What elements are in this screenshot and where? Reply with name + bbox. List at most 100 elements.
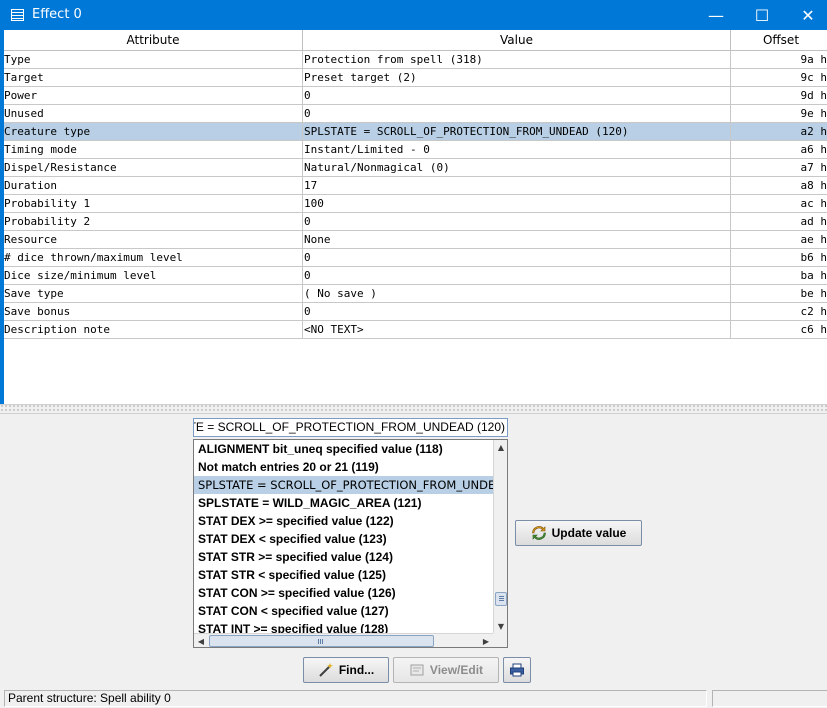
cell-value: 17 (303, 177, 731, 195)
minimize-button[interactable]: — (693, 0, 739, 30)
effect-window: Effect 0 — ☐ ✕ Attribute Value Offset Ty… (0, 0, 827, 708)
table-row[interactable]: Timing mode Instant/Limited - 0 a6 h (4, 141, 827, 159)
cell-attribute: Probability 2 (4, 213, 303, 231)
find-label: Find... (338, 663, 375, 677)
table-row[interactable]: Duration 17 a8 h (4, 177, 827, 195)
cell-attribute: Unused (4, 105, 303, 123)
list-item[interactable]: STAT STR < specified value (125) (194, 566, 493, 584)
column-header-value[interactable]: Value (303, 30, 731, 51)
scroll-down-icon[interactable]: ▼ (494, 619, 507, 633)
cell-value: 0 (303, 303, 731, 321)
window-title: Effect 0 (32, 7, 82, 22)
cell-offset: a2 h (800, 125, 827, 138)
table-header: Attribute Value Offset (4, 30, 827, 51)
view-edit-label: View/Edit (429, 663, 484, 677)
list-item[interactable]: ALIGNMENT bit_uneq specified value (118) (194, 440, 493, 458)
cell-attribute: Timing mode (4, 141, 303, 159)
cell-offset: 9a h (800, 53, 827, 66)
cell-attribute: Save type (4, 285, 303, 303)
column-header-offset[interactable]: Offset (731, 30, 827, 51)
table-row[interactable]: Dice size/minimum level 0 ba h (4, 267, 827, 285)
cell-value: None (303, 231, 731, 249)
edit-icon (409, 662, 425, 678)
update-value-label: Update value (551, 526, 627, 540)
cell-attribute: # dice thrown/maximum level (4, 249, 303, 267)
list-item[interactable]: STAT CON < specified value (127) (194, 602, 493, 620)
table-row[interactable]: Type Protection from spell (318) 9a h (4, 51, 827, 69)
cell-offset: ac h (800, 197, 827, 210)
list-item[interactable]: STAT STR >= specified value (124) (194, 548, 493, 566)
cell-attribute: Duration (4, 177, 303, 195)
list-items: ALIGNMENT bit_uneq specified value (118)… (194, 440, 493, 633)
cell-value: ( No save ) (303, 285, 731, 303)
print-button[interactable] (503, 657, 531, 683)
cell-offset: 9e h (800, 107, 827, 120)
cell-offset: b6 h (800, 251, 827, 264)
column-header-attribute[interactable]: Attribute (4, 30, 303, 51)
table-row[interactable]: Description note <NO TEXT> c6 h (4, 321, 827, 339)
table-row[interactable]: Save type( No save ) be h (4, 285, 827, 303)
status-bar: Parent structure: Spell ability 0 (0, 690, 827, 708)
refresh-icon (531, 525, 547, 541)
status-secondary (712, 690, 827, 707)
horizontal-scrollbar[interactable]: ◀ ▶ (194, 633, 493, 647)
cell-value: Protection from spell (318) (303, 51, 731, 69)
table-row[interactable]: Probability 1 100 ac h (4, 195, 827, 213)
list-item[interactable]: STAT DEX < specified value (123) (194, 530, 493, 548)
list-item[interactable]: STAT DEX >= specified value (122) (194, 512, 493, 530)
table-row[interactable]: Resource None ae h (4, 231, 827, 249)
table-row[interactable]: Creature type SPLSTATE = SCROLL_OF_PROTEC… (4, 123, 827, 141)
table-row[interactable]: Dispel/Resistance Natural/Nonmagical (0) a… (4, 159, 827, 177)
cell-value: 0 (303, 267, 731, 285)
list-item[interactable]: STAT INT >= specified value (128) (194, 620, 493, 633)
cell-attribute: Probability 1 (4, 195, 303, 213)
cell-attribute: Power (4, 87, 303, 105)
cell-value: 0 (303, 213, 731, 231)
scroll-left-icon[interactable]: ◀ (194, 634, 208, 647)
cell-value: Instant/Limited - 0 (303, 141, 731, 159)
list-item[interactable]: SPLSTATE = WILD_MAGIC_AREA (121) (194, 494, 493, 512)
status-text: Parent structure: Spell ability 0 (4, 690, 707, 707)
cell-offset: 9c h (800, 71, 827, 84)
table-row[interactable]: Power 0 9d h (4, 87, 827, 105)
cell-attribute: Creature type (4, 123, 303, 141)
cell-attribute: Dice size/minimum level (4, 267, 303, 285)
table-row[interactable]: Unused 0 9e h (4, 105, 827, 123)
title-bar[interactable]: Effect 0 — ☐ ✕ (0, 0, 827, 30)
table-row[interactable]: Target Preset target (2) 9c h (4, 69, 827, 87)
cell-offset: a6 h (800, 143, 827, 156)
cell-value: Natural/Nonmagical (0) (303, 159, 731, 177)
find-button[interactable]: Find... (303, 657, 389, 683)
maximize-button[interactable]: ☐ (739, 0, 785, 30)
horizontal-scroll-thumb[interactable] (209, 635, 434, 647)
cell-attribute: Description note (4, 321, 303, 339)
value-editor-panel: SPLSTATE = SCROLL_OF_PROTECTION_FROM_UND… (0, 414, 827, 652)
cell-offset: 9d h (800, 89, 827, 102)
list-item[interactable]: STAT CON >= specified value (126) (194, 584, 493, 602)
update-value-button[interactable]: Update value (515, 520, 642, 546)
scroll-right-icon[interactable]: ▶ (479, 634, 493, 647)
view-edit-button[interactable]: View/Edit (393, 657, 499, 683)
cell-offset: ae h (800, 233, 827, 246)
list-item[interactable]: Not match entries 20 or 21 (119) (194, 458, 493, 476)
list-item[interactable]: SPLSTATE = SCROLL_OF_PROTECTION_FROM_UND… (194, 476, 493, 494)
table-row[interactable]: Probability 2 0 ad h (4, 213, 827, 231)
close-button[interactable]: ✕ (785, 0, 827, 30)
table-row[interactable]: Save bonus 0 c2 h (4, 303, 827, 321)
split-pane-divider[interactable] (0, 404, 827, 414)
cell-value: SPLSTATE = SCROLL_OF_PROTECTION_FROM_UND… (303, 123, 731, 141)
cell-value: 100 (303, 195, 731, 213)
current-value-field[interactable]: SPLSTATE = SCROLL_OF_PROTECTION_FROM_UND… (193, 418, 508, 437)
vertical-scrollbar[interactable]: ▲ ▼ (493, 440, 507, 633)
cell-offset: ba h (800, 269, 827, 282)
cell-offset: a7 h (800, 161, 827, 174)
scroll-up-icon[interactable]: ▲ (494, 440, 507, 454)
cell-attribute: Save bonus (4, 303, 303, 321)
cell-offset: c6 h (800, 323, 827, 336)
table-body: Type Protection from spell (318) 9a h Targe… (4, 51, 827, 339)
wand-icon (318, 662, 334, 678)
cell-value: Preset target (2) (303, 69, 731, 87)
value-options-list[interactable]: ALIGNMENT bit_uneq specified value (118)… (193, 439, 508, 648)
table-row[interactable]: # dice thrown/maximum level 0 b6 h (4, 249, 827, 267)
vertical-scroll-thumb[interactable] (495, 592, 507, 606)
